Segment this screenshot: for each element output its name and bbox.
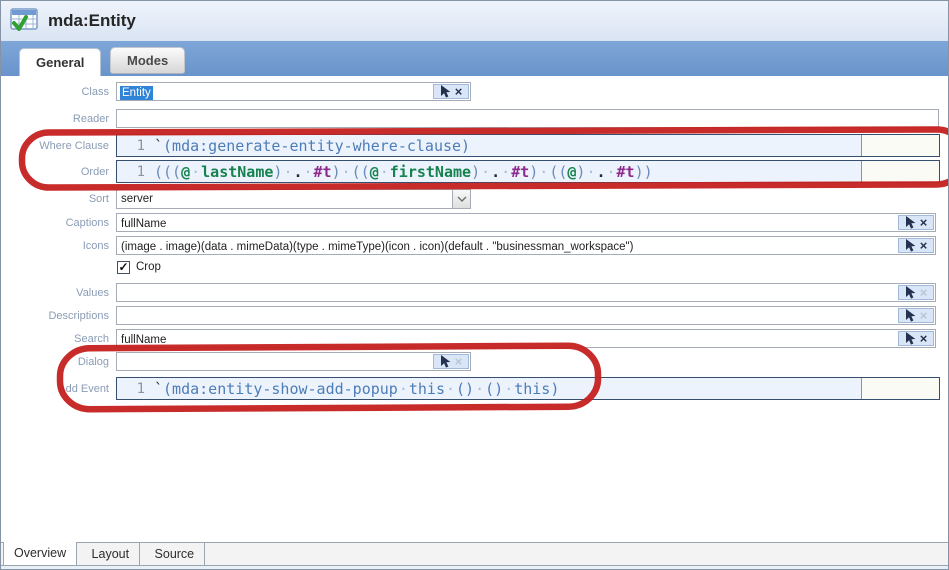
captions-input[interactable]	[117, 216, 935, 233]
top-tab-band: General Modes	[1, 41, 948, 76]
dialog-label: Dialog	[1, 356, 109, 368]
checkmark-icon: ✓	[118, 260, 128, 274]
dialog-picker: ×	[433, 354, 469, 369]
reader-input-wrap	[116, 109, 939, 128]
add-event-label: Add Event	[1, 383, 109, 395]
add-event-code: `(mda:entity-show-add-popup·this·()·()·t…	[154, 380, 861, 398]
icons-picker: ×	[898, 238, 934, 253]
add-event-editor[interactable]: 1 `(mda:entity-show-add-popup·this·()·()…	[116, 377, 940, 400]
icons-label: Icons	[1, 240, 109, 252]
entity-editor-window: mda:Entity General Modes Class Entity × …	[0, 0, 949, 570]
values-input[interactable]	[117, 286, 935, 303]
tab-overview[interactable]: Overview	[3, 542, 77, 565]
class-input[interactable]: Entity ×	[116, 82, 471, 101]
pointer-icon[interactable]	[440, 85, 451, 98]
sort-label: Sort	[1, 193, 109, 205]
order-code: (((@·lastName)·.·#t)·((@·firstName)·.·#t…	[154, 163, 861, 181]
order-editor-tail	[861, 161, 939, 182]
chevron-down-icon[interactable]	[452, 190, 470, 208]
clear-icon[interactable]: ×	[455, 85, 463, 98]
add-event-editor-tail	[861, 378, 939, 399]
line-number: 1	[117, 381, 154, 397]
crop-checkbox[interactable]: ✓	[117, 261, 130, 274]
entity-table-icon	[10, 8, 40, 34]
where-clause-label: Where Clause	[1, 140, 109, 152]
search-input[interactable]	[117, 332, 935, 349]
descriptions-input[interactable]	[117, 309, 935, 326]
search-input-wrap: ×	[116, 329, 936, 348]
search-label: Search	[1, 333, 109, 345]
values-label: Values	[1, 287, 109, 299]
reader-label: Reader	[1, 113, 109, 125]
captions-label: Captions	[1, 217, 109, 229]
pointer-icon[interactable]	[905, 239, 916, 252]
clear-icon-disabled: ×	[455, 355, 463, 368]
captions-input-wrap: ×	[116, 213, 936, 232]
title-bar: mda:Entity	[1, 1, 948, 41]
values-picker: ×	[898, 285, 934, 300]
descriptions-input-wrap: ×	[116, 306, 936, 325]
clear-icon-disabled: ×	[920, 309, 928, 322]
tab-general[interactable]: General	[19, 48, 101, 76]
clear-icon[interactable]: ×	[920, 216, 928, 229]
reader-input[interactable]	[117, 112, 938, 129]
icons-input[interactable]	[117, 239, 935, 256]
page-title: mda:Entity	[48, 11, 136, 31]
clear-icon[interactable]: ×	[920, 332, 928, 345]
pointer-icon[interactable]	[905, 309, 916, 322]
clear-icon-disabled: ×	[920, 286, 928, 299]
tab-source[interactable]: Source	[145, 543, 206, 565]
line-number: 1	[117, 138, 154, 154]
crop-label: Crop	[136, 261, 161, 273]
sort-select[interactable]: server	[116, 189, 471, 209]
sort-selected-value: server	[117, 193, 452, 205]
dialog-input[interactable]	[117, 355, 470, 372]
class-selected-value: Entity	[120, 86, 153, 100]
pointer-icon[interactable]	[905, 216, 916, 229]
pointer-icon[interactable]	[905, 332, 916, 345]
clear-icon[interactable]: ×	[920, 239, 928, 252]
order-editor[interactable]: 1 (((@·lastName)·.·#t)·((@·firstName)·.·…	[116, 160, 940, 183]
where-clause-code: `(mda:generate-entity-where-clause)	[154, 137, 861, 155]
class-label: Class	[1, 86, 109, 98]
where-clause-editor-tail	[861, 135, 939, 156]
descriptions-label: Descriptions	[1, 310, 109, 322]
bottom-tab-bar: Overview Layout Source	[1, 542, 948, 569]
icons-input-wrap: ×	[116, 236, 936, 255]
search-picker: ×	[898, 331, 934, 346]
order-label: Order	[1, 166, 109, 178]
bottom-tabs: Overview Layout Source	[1, 542, 948, 566]
class-picker: ×	[433, 84, 469, 99]
tab-layout[interactable]: Layout	[82, 543, 141, 565]
captions-picker: ×	[898, 215, 934, 230]
descriptions-picker: ×	[898, 308, 934, 323]
line-number: 1	[117, 164, 154, 180]
values-input-wrap: ×	[116, 283, 936, 302]
tab-modes[interactable]: Modes	[110, 47, 185, 74]
pointer-icon[interactable]	[905, 286, 916, 299]
where-clause-editor[interactable]: 1 `(mda:generate-entity-where-clause)	[116, 134, 940, 157]
dialog-input-wrap: ×	[116, 352, 471, 371]
pointer-icon[interactable]	[440, 355, 451, 368]
